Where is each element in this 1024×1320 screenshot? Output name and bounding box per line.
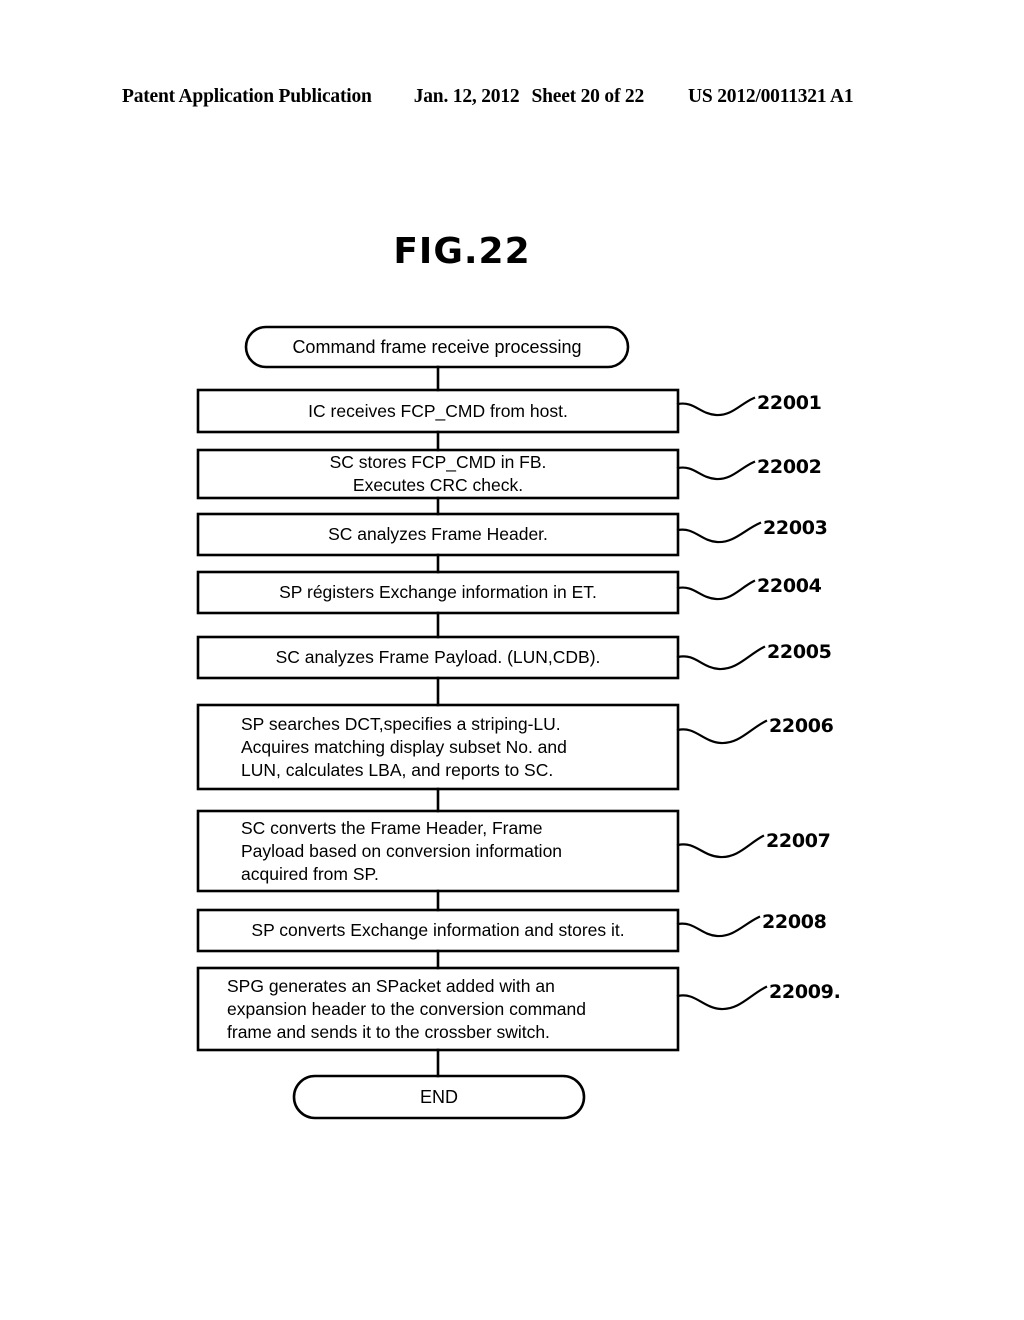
reference-numeral-22002: 22002: [757, 456, 822, 478]
leader-line-22006: [676, 719, 768, 745]
leader-line-22008: [676, 915, 761, 938]
step-label-22004: SP régisters Exchange information in ET.: [279, 582, 597, 602]
reference-numeral-22003: 22003: [763, 517, 828, 539]
leader-line-22004: [676, 579, 756, 601]
leader-line-22005: [676, 645, 766, 671]
end-terminator-label: END: [419, 1086, 458, 1107]
leader-line-22002: [676, 460, 756, 481]
reference-numeral-22001: 22001: [757, 392, 822, 414]
leader-line-22003: [676, 521, 762, 544]
leader-line-22009: [676, 985, 768, 1011]
step-label-22008: SP converts Exchange information and sto…: [251, 920, 625, 940]
step-label-22003: SC analyzes Frame Header.: [328, 524, 548, 544]
flowchart-diagram: Command frame receive processing IC rece…: [0, 0, 1024, 1320]
step-label-22001: IC receives FCP_CMD from host.: [308, 400, 568, 421]
reference-numeral-22007: 22007: [766, 830, 831, 852]
step-label-22006: SP searches DCT,specifies a striping-LU.…: [241, 713, 567, 780]
step-label-22007: SC converts the Frame Header, Frame Payl…: [241, 817, 563, 884]
start-terminator-label: Command frame receive processing: [292, 336, 582, 357]
step-label-22005: SC analyzes Frame Payload. (LUN,CDB).: [275, 647, 601, 667]
step-label-22002: SC stores FCP_CMD in FB. Executes CRC ch…: [329, 452, 547, 495]
reference-numeral-22008: 22008: [762, 911, 827, 933]
reference-numeral-22005: 22005: [767, 641, 832, 663]
reference-numeral-22004: 22004: [757, 575, 822, 597]
leader-line-22007: [676, 834, 765, 859]
leader-line-22001: [676, 396, 756, 417]
reference-numeral-22006: 22006: [769, 715, 834, 737]
reference-numeral-22009: 22009.: [769, 981, 841, 1003]
step-label-22009: SPG generates an SPacket added with an e…: [227, 975, 586, 1042]
